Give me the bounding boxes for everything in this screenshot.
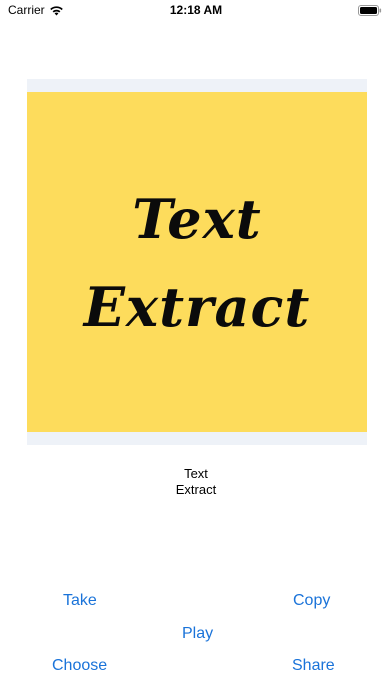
extracted-text: Text Extract bbox=[0, 466, 392, 498]
extracted-text-line2: Extract bbox=[175, 482, 217, 497]
choose-button[interactable]: Choose bbox=[52, 656, 107, 676]
status-bar: Carrier 12:18 AM bbox=[0, 0, 392, 22]
extracted-text-line1: Text bbox=[184, 466, 208, 481]
copy-button[interactable]: Copy bbox=[293, 591, 330, 611]
image-preview: Text Extract bbox=[27, 79, 367, 445]
image-text-line2: Extract bbox=[83, 275, 311, 339]
take-button[interactable]: Take bbox=[63, 591, 97, 611]
play-button[interactable]: Play bbox=[182, 624, 213, 644]
preview-image: Text Extract bbox=[27, 92, 367, 432]
share-button[interactable]: Share bbox=[292, 656, 335, 676]
status-time: 12:18 AM bbox=[169, 3, 223, 17]
image-text-line1: Text bbox=[132, 187, 262, 251]
battery-icon bbox=[358, 5, 382, 16]
